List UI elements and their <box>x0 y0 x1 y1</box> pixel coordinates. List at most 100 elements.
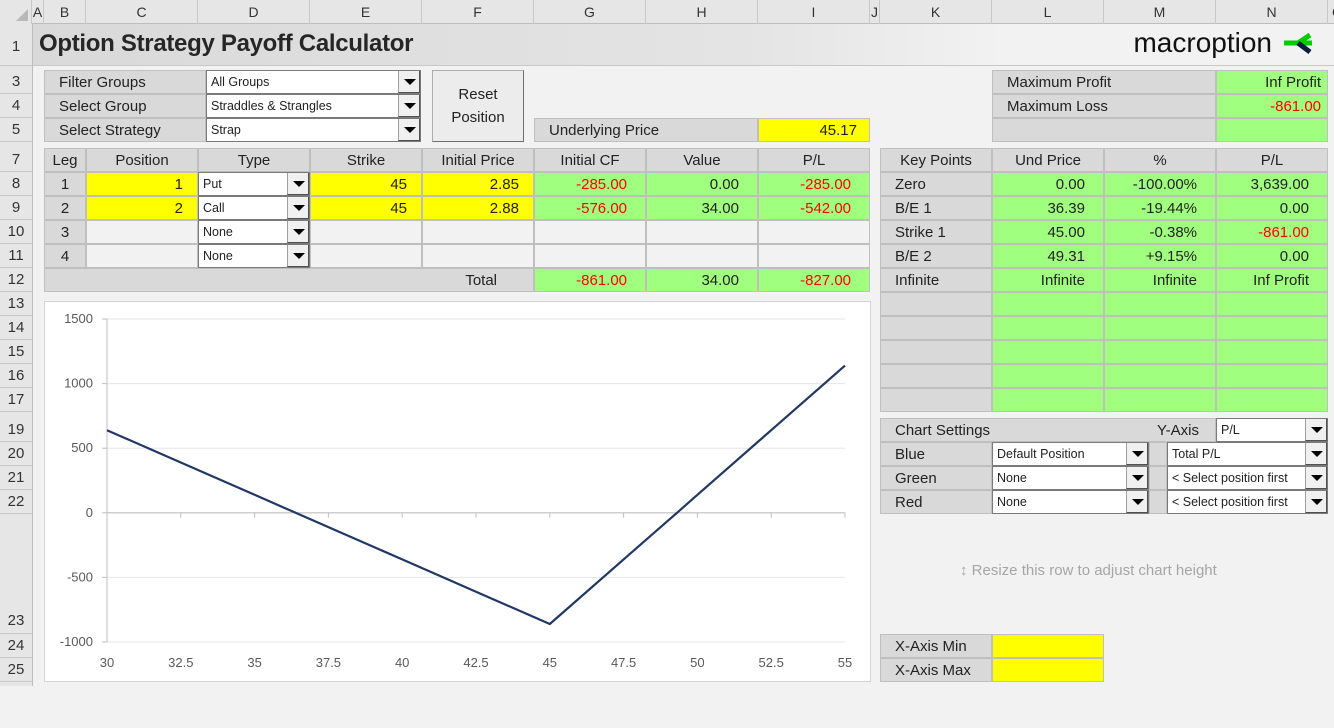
row-header[interactable]: 10 <box>0 220 32 244</box>
green-series-dropdown[interactable]: < Select position first <box>1167 466 1328 490</box>
leg-strike-input[interactable] <box>310 244 422 268</box>
row-header[interactable]: 9 <box>0 196 32 220</box>
column-header-k[interactable]: K <box>880 0 992 24</box>
reset-button-line1: Reset <box>458 86 498 103</box>
x-axis-max-input[interactable] <box>992 658 1104 682</box>
underlying-price-input[interactable]: 45.17 <box>758 118 870 142</box>
column-header-i[interactable]: I <box>758 0 870 24</box>
leg-initial-price-input[interactable] <box>422 244 534 268</box>
column-header-h[interactable]: H <box>646 0 758 24</box>
red-position-dropdown[interactable]: None <box>992 490 1149 514</box>
chevron-down-icon[interactable] <box>1305 443 1327 465</box>
row-header[interactable]: 21 <box>0 466 32 490</box>
row-header[interactable]: 16 <box>0 364 32 388</box>
reset-position-button[interactable]: Reset Position <box>432 70 524 142</box>
row-header[interactable]: 12 <box>0 268 32 292</box>
select-all-corner[interactable] <box>0 0 32 24</box>
x-axis-max-label: X-Axis Max <box>880 658 992 682</box>
y-axis-value: P/L <box>1221 423 1240 437</box>
leg-type-dropdown[interactable]: Call <box>198 196 310 220</box>
leg-position-input[interactable]: 2 <box>86 196 198 220</box>
blue-series-dropdown[interactable]: Total P/L <box>1167 442 1328 466</box>
chevron-down-icon[interactable] <box>1305 467 1327 489</box>
row-header[interactable]: 19 <box>0 418 32 442</box>
leg-type-dropdown[interactable]: None <box>198 220 310 244</box>
leg-initial-price-input[interactable]: 2.88 <box>422 196 534 220</box>
column-header-a[interactable]: A <box>32 0 44 24</box>
chevron-down-icon[interactable] <box>1126 443 1148 465</box>
leg-type-dropdown[interactable]: Put <box>198 172 310 196</box>
column-header-g[interactable]: G <box>534 0 646 24</box>
column-header-e[interactable]: E <box>310 0 422 24</box>
underlying-price-label: Underlying Price <box>534 118 758 142</box>
row-header[interactable]: 15 <box>0 340 32 364</box>
column-header-l[interactable]: L <box>992 0 1104 24</box>
chart-settings-title-cell: Chart Settings Y-Axis <box>880 418 1216 442</box>
chevron-down-icon[interactable] <box>1126 467 1148 489</box>
leg-number: 1 <box>44 172 86 196</box>
chevron-down-icon[interactable] <box>287 173 309 195</box>
row-header[interactable]: 11 <box>0 244 32 268</box>
chevron-down-icon[interactable] <box>1305 491 1327 513</box>
column-header-b[interactable]: B <box>44 0 86 24</box>
leg-initial-price-input[interactable]: 2.85 <box>422 172 534 196</box>
kp-empty-cell <box>1216 364 1328 388</box>
leg-strike-input[interactable]: 45 <box>310 196 422 220</box>
select-group-dropdown[interactable]: Straddles & Strangles <box>206 94 421 118</box>
row-header[interactable]: 23 <box>0 514 32 634</box>
leg-strike-input[interactable] <box>310 220 422 244</box>
row-header[interactable]: 1 <box>0 24 32 66</box>
row-header[interactable]: 4 <box>0 94 32 118</box>
x-tick-label: 40 <box>395 655 409 670</box>
column-header-d[interactable]: D <box>198 0 310 24</box>
max-loss-label: Maximum Loss <box>992 94 1216 118</box>
chevron-down-icon[interactable] <box>1126 491 1148 513</box>
column-header-j[interactable]: J <box>870 0 880 24</box>
payoff-chart[interactable]: 1500 1000 500 0 -500 -1000 30 32.5 35 37.5 40 42.5… <box>44 301 871 682</box>
chevron-down-icon[interactable] <box>398 95 420 117</box>
column-header-n[interactable]: N <box>1216 0 1328 24</box>
chevron-down-icon[interactable] <box>287 221 309 243</box>
row-header[interactable]: 13 <box>0 292 32 316</box>
green-series-value: < Select position first <box>1172 471 1288 485</box>
filter-groups-dropdown[interactable]: All Groups <box>206 70 421 94</box>
row-header[interactable]: 14 <box>0 316 32 340</box>
row-header[interactable]: 8 <box>0 172 32 196</box>
chevron-down-icon[interactable] <box>398 71 420 93</box>
x-tick-label: 32.5 <box>168 655 193 670</box>
leg-type-dropdown[interactable]: None <box>198 244 310 268</box>
leg-strike-input[interactable]: 45 <box>310 172 422 196</box>
row-header[interactable]: 22 <box>0 490 32 514</box>
row-header[interactable]: 17 <box>0 388 32 412</box>
chevron-down-icon[interactable] <box>398 119 420 141</box>
row-header[interactable]: 25 <box>0 658 32 682</box>
column-header-m[interactable]: M <box>1104 0 1216 24</box>
row-header[interactable]: 20 <box>0 442 32 466</box>
x-tick-label: 35 <box>247 655 261 670</box>
leg-initial-price-input[interactable] <box>422 220 534 244</box>
green-position-dropdown[interactable]: None <box>992 466 1149 490</box>
x-axis-min-label: X-Axis Min <box>880 634 992 658</box>
red-series-dropdown[interactable]: < Select position first <box>1167 490 1328 514</box>
column-header-bar: A B C D E F G H I J K L M N O <box>0 0 1334 24</box>
x-tick-label: 47.5 <box>611 655 636 670</box>
y-axis-dropdown[interactable]: P/L <box>1216 418 1328 442</box>
column-header-f[interactable]: F <box>422 0 534 24</box>
row-header[interactable]: 24 <box>0 634 32 658</box>
leg-position-input[interactable] <box>86 220 198 244</box>
blue-position-dropdown[interactable]: Default Position <box>992 442 1149 466</box>
select-strategy-dropdown[interactable]: Strap <box>206 118 421 142</box>
x-axis-min-input[interactable] <box>992 634 1104 658</box>
column-header-c[interactable]: C <box>86 0 198 24</box>
chevron-down-icon[interactable] <box>287 197 309 219</box>
chevron-down-icon[interactable] <box>287 245 309 267</box>
row-header[interactable]: 3 <box>0 70 32 94</box>
leg-position-input[interactable] <box>86 244 198 268</box>
chevron-down-icon[interactable] <box>1305 419 1327 441</box>
leg-number: 2 <box>44 196 86 220</box>
leg-position-input[interactable]: 1 <box>86 172 198 196</box>
column-header-o[interactable]: O <box>1328 0 1334 24</box>
select-group-value: Straddles & Strangles <box>211 99 332 113</box>
row-header[interactable]: 5 <box>0 118 32 142</box>
row-header[interactable]: 7 <box>0 148 32 172</box>
